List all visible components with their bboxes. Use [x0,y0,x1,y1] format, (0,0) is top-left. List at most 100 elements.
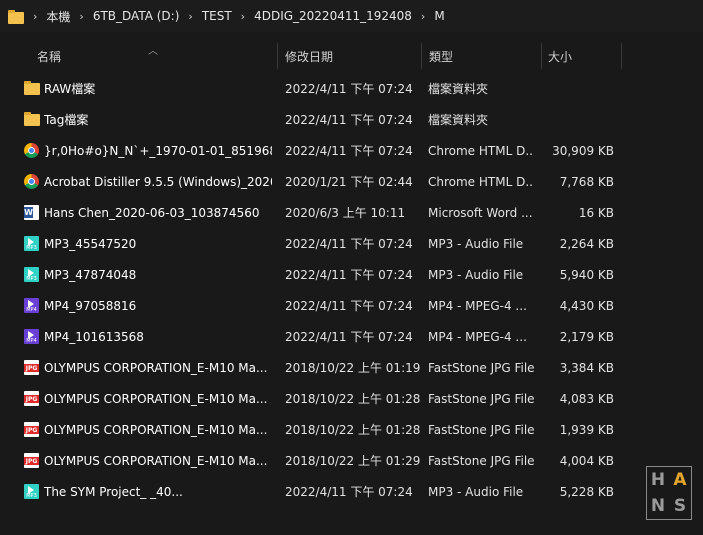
file-type: FastStone JPG File [428,391,534,406]
breadcrumb-item-drive[interactable]: 6TB_DATA (D:) [93,9,180,23]
column-header-date[interactable]: 修改日期 [278,40,421,72]
file-date: 2022/4/11 下午 07:24 [285,485,413,499]
file-date: 2018/10/22 上午 01:19 [285,361,421,375]
jpg-icon [24,360,40,376]
column-header-type-label: 類型 [429,49,454,64]
table-row[interactable]: Acrobat Distiller 9.5.5 (Windows)_2020..… [0,166,703,197]
file-name: Acrobat Distiller 9.5.5 (Windows)_2020..… [44,174,272,189]
file-name: MP4_97058816 [44,298,137,313]
chevron-right-icon[interactable]: › [188,10,192,23]
breadcrumb-item-4ddig[interactable]: 4DDIG_20220411_192408 [254,9,412,23]
chevron-right-icon[interactable]: › [79,10,83,23]
file-date: 2022/4/11 下午 07:24 [285,113,413,127]
file-size: 1,939 KB [559,422,614,437]
chrome-icon [24,174,40,190]
mp4-icon [24,298,40,314]
file-size [540,73,614,104]
file-date: 2018/10/22 上午 01:28 [285,392,421,406]
file-size [540,104,614,135]
mp3-icon [24,484,40,500]
logo-letter: N [650,496,666,516]
mp3-icon [24,267,40,283]
table-row[interactable]: MP4_97058816 2022/4/11 下午 07:24 MP4 - MPEG… [0,290,703,321]
column-header-name-label: 名稱 [37,49,62,64]
table-row[interactable]: OLYMPUS CORPORATION_E-M10 Ma... 2018/10/2… [0,445,703,476]
file-list: RAW檔案 2022/4/11 下午 07:24 檔案資料夾 Tag檔案 2022/4/… [0,73,703,507]
sort-ascending-icon: ︿ [148,46,158,57]
table-row[interactable]: OLYMPUS CORPORATION_E-M10 Ma... 2018/10/2… [0,352,703,383]
column-header-type[interactable]: 類型 [422,40,541,72]
chrome-icon [24,143,40,159]
file-type: 檔案資料夾 [428,82,489,96]
column-header-name[interactable]: 名稱 ︿ [0,40,277,72]
column-header-row: 名稱 ︿ 修改日期 類型 大小 [0,40,703,72]
file-type: Microsoft Word ... [428,205,533,220]
file-name: }r,0Ho#o}N_N`+_1970-01-01_8519680 [44,143,272,158]
file-type: 檔案資料夾 [428,113,489,127]
hans-logo: H A N S [646,466,692,520]
table-row[interactable]: OLYMPUS CORPORATION_E-M10 Ma... 2018/10/2… [0,414,703,445]
breadcrumb: › 本機 › 6TB_DATA (D:) › TEST › 4DDIG_2022… [24,8,445,25]
column-header-size-label: 大小 [548,49,573,64]
file-type: MP4 - MPEG-4 ... [428,329,527,344]
file-type: Chrome HTML D... [428,174,534,189]
table-row[interactable]: Hans Chen_2020-06-03_103874560 2020/6/3 上… [0,197,703,228]
column-header-date-label: 修改日期 [285,49,334,64]
file-name: OLYMPUS CORPORATION_E-M10 Ma... [44,391,268,406]
file-date: 2020/6/3 上午 10:11 [285,206,406,220]
chevron-right-icon[interactable]: › [241,10,245,23]
mp4-icon [24,329,40,345]
table-row[interactable]: OLYMPUS CORPORATION_E-M10 Ma... 2018/10/2… [0,383,703,414]
file-name: RAW檔案 [44,82,96,96]
breadcrumb-item-this-pc[interactable]: 本機 [46,8,70,25]
file-date: 2022/4/11 下午 07:24 [285,268,413,282]
file-date: 2018/10/22 上午 01:28 [285,423,421,437]
table-row[interactable]: MP3_45547520 2022/4/11 下午 07:24 MP3 - Audi… [0,228,703,259]
logo-letter: S [673,496,687,516]
file-name: OLYMPUS CORPORATION_E-M10 Ma... [44,453,268,468]
chevron-right-icon[interactable]: › [33,10,37,23]
file-date: 2022/4/11 下午 07:24 [285,82,413,96]
file-date: 2020/1/21 下午 02:44 [285,175,413,189]
file-date: 2022/4/11 下午 07:24 [285,237,413,251]
file-size: 4,004 KB [559,453,614,468]
table-row[interactable]: Tag檔案 2022/4/11 下午 07:24 檔案資料夾 [0,104,703,135]
jpg-icon [24,453,40,469]
file-name: Tag檔案 [44,113,89,127]
table-row[interactable]: The SYM Project_ _40... 2022/4/11 下午 07:2… [0,476,703,507]
logo-letter: A [673,470,687,490]
mp3-icon [24,236,40,252]
jpg-icon [24,391,40,407]
folder-icon [24,81,40,97]
file-date: 2022/4/11 下午 07:24 [285,330,413,344]
file-size: 4,083 KB [559,391,614,406]
column-divider[interactable] [621,43,622,69]
file-size: 3,384 KB [559,360,614,375]
file-name: The SYM Project_ _40... [44,484,183,499]
file-name: MP4_101613568 [44,329,144,344]
file-size: 5,940 KB [559,267,614,282]
file-name: OLYMPUS CORPORATION_E-M10 Ma... [44,422,268,437]
file-name: OLYMPUS CORPORATION_E-M10 Ma... [44,360,268,375]
table-row[interactable]: MP4_101613568 2022/4/11 下午 07:24 MP4 - MPE… [0,321,703,352]
file-type: MP3 - Audio File [428,484,524,499]
breadcrumb-item-m[interactable]: M [434,9,444,23]
file-type: MP3 - Audio File [428,267,524,282]
table-row[interactable]: RAW檔案 2022/4/11 下午 07:24 檔案資料夾 [0,73,703,104]
table-row[interactable]: }r,0Ho#o}N_N`+_1970-01-01_8519680 2022/4/… [0,135,703,166]
breadcrumb-item-test[interactable]: TEST [202,9,232,23]
chevron-right-icon[interactable]: › [421,10,425,23]
word-icon [24,205,40,221]
file-size: 7,768 KB [559,174,614,189]
file-size: 4,430 KB [559,298,614,313]
folder-icon [8,10,24,24]
file-date: 2018/10/22 上午 01:29 [285,454,421,468]
file-type: FastStone JPG File [428,453,534,468]
column-header-size[interactable]: 大小 [542,40,621,72]
file-size: 2,179 KB [559,329,614,344]
file-date: 2022/4/11 下午 07:24 [285,299,413,313]
table-row[interactable]: MP3_47874048 2022/4/11 下午 07:24 MP3 - Audi… [0,259,703,290]
file-type: Chrome HTML D... [428,143,534,158]
file-type: MP4 - MPEG-4 ... [428,298,527,313]
address-bar[interactable]: › 本機 › 6TB_DATA (D:) › TEST › 4DDIG_2022… [0,0,703,32]
